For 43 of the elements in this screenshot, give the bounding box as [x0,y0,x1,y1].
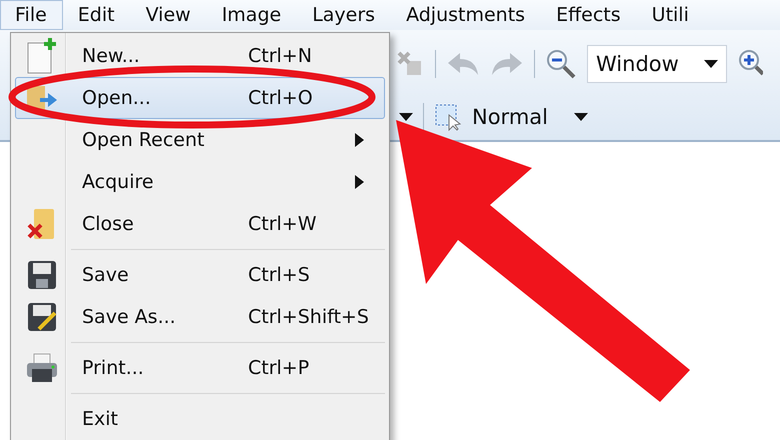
menu-item-label: Exit [82,408,118,430]
menu-bar-item[interactable]: Layers [297,0,392,30]
caret-icon [704,60,718,68]
menu-item-label: Open Recent [82,129,204,151]
menu-bar-item[interactable]: View [130,0,207,30]
save-as-icon [27,302,57,332]
shortcut-text: Ctrl+Shift+S [248,306,369,328]
shortcut-text: Ctrl+N [248,45,312,67]
shortcut-text: Ctrl+P [248,357,310,379]
menu-item-label: Open... [82,87,151,109]
menu-item[interactable]: Close Ctrl+W [15,203,385,245]
shortcut-text: Ctrl+W [248,213,317,235]
new-document-icon [25,37,59,75]
menu-item[interactable]: Exit [15,398,385,440]
menu-item[interactable]: Open Recent [15,119,385,161]
menu-bar-item[interactable]: Adjustments [391,0,542,30]
menu-item-label: Save As... [82,306,176,328]
printer-icon [26,353,58,383]
save-icon [27,260,57,290]
menu-item-label: Acquire [82,171,154,193]
open-folder-icon [26,84,58,112]
menu-item[interactable]: Save Ctrl+S [15,254,385,296]
shortcut-text: Ctrl+S [248,264,310,286]
menu-item[interactable]: Save As... Ctrl+Shift+S [15,296,385,338]
menu-item-label: Close [82,213,134,235]
menu-bar-item[interactable]: Effects [541,0,637,30]
menu-bar-item[interactable]: File [0,0,63,30]
menu-bar-item[interactable]: Utili [636,0,705,30]
submenu-arrow-icon [355,133,364,147]
menu-bar-item[interactable]: Image [206,0,298,30]
menu-item[interactable]: New... Ctrl+N [15,35,385,77]
menu-item[interactable]: Acquire [15,161,385,203]
menu-item-label: Print... [82,357,144,379]
submenu-arrow-icon [355,175,364,189]
selection-mode-dropdown[interactable]: Normal [472,105,588,130]
zoom-out-icon[interactable] [545,48,577,80]
menu-item-label: New... [82,45,140,67]
menu-item[interactable]: Print... Ctrl+P [15,347,385,389]
menu-item-label: Save [82,264,129,286]
selection-mode-icon[interactable] [434,103,462,132]
menu-bar-item[interactable]: Edit [62,0,131,30]
zoom-dropdown[interactable]: Window [587,45,727,84]
shortcut-text: Ctrl+O [248,87,313,109]
